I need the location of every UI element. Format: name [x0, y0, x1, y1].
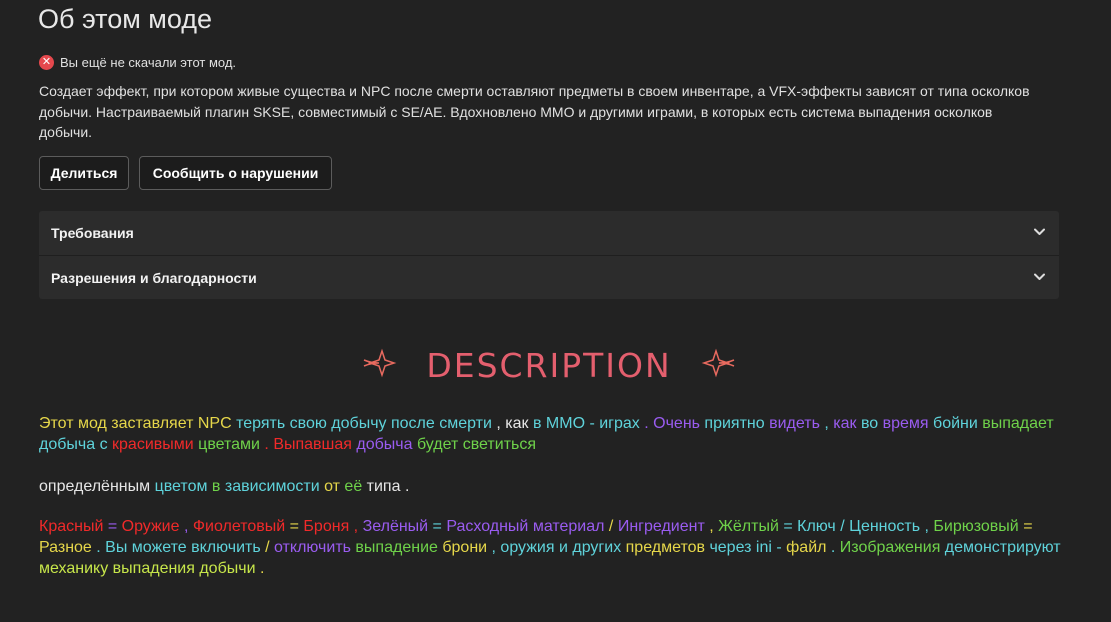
text-run: ,: [819, 415, 829, 432]
text-run: бойни: [928, 415, 978, 432]
accordion-permissions-label: Разрешения и благодарности: [51, 269, 257, 286]
text-run: типа: [362, 478, 401, 495]
text-run: можете включить: [127, 539, 261, 556]
text-run: приятно: [699, 415, 765, 432]
report-button[interactable]: Сообщить о нарушении: [139, 156, 332, 190]
text-run: =: [285, 518, 299, 535]
download-status-text: Вы ещё не скачали этот мод.: [60, 55, 237, 70]
text-run: в MMO - играх: [528, 415, 640, 432]
text-run: Красный: [39, 518, 104, 535]
text-run: Оружие: [117, 518, 180, 535]
accordion-requirements[interactable]: Требования: [39, 211, 1059, 255]
text-run: зависимости: [220, 478, 320, 495]
text-run: Изображения: [835, 539, 941, 556]
text-run: красивыми: [107, 436, 194, 453]
text-run: видеть: [764, 415, 820, 432]
description-body: Этот мод заставляет NPC терять свою добы…: [39, 413, 1069, 579]
text-run: добыча: [351, 436, 413, 453]
text-run: Этот мод заставляет: [39, 415, 194, 432]
text-run: добыча с: [39, 436, 108, 453]
text-run: файл: [781, 539, 827, 556]
text-run: выпадает: [977, 415, 1054, 432]
text-run: её: [339, 478, 363, 495]
text-run: от: [319, 478, 340, 495]
chevron-down-icon: [1034, 227, 1045, 239]
share-button[interactable]: Делиться: [39, 156, 129, 190]
accordion-permissions[interactable]: Разрешения и благодарности: [39, 255, 1059, 299]
text-run: . Выпавшая: [259, 436, 352, 453]
text-run: брони: [437, 539, 488, 556]
download-status: ✕ Вы ещё не скачали этот мод.: [39, 55, 236, 70]
text-run: .: [400, 478, 410, 495]
text-run: Жёлтый: [713, 518, 779, 535]
text-run: .: [255, 560, 265, 577]
text-run: . Вы: [91, 539, 128, 556]
text-run: в: [207, 478, 221, 495]
text-run: будет светиться: [412, 436, 537, 453]
close-circle-icon: ✕: [39, 55, 54, 70]
text-run: терять свою добычу после смерти: [231, 415, 492, 432]
text-run: выпадение: [350, 539, 438, 556]
text-run: Фиолетовый: [188, 518, 286, 535]
text-run: NPC: [193, 415, 232, 432]
text-run: ,: [349, 518, 359, 535]
text-run: демонстрируют: [940, 539, 1061, 556]
text-run: , как: [491, 415, 529, 432]
description-paragraph-2: определённым цветом в зависимости от её …: [39, 476, 1069, 497]
text-run: Ингредиент: [613, 518, 705, 535]
text-run: предметов: [621, 539, 705, 556]
text-run: Расходный материал: [441, 518, 605, 535]
text-run: =: [103, 518, 118, 535]
accordion-requirements-label: Требования: [51, 225, 134, 241]
text-run: Зелёный: [358, 518, 429, 535]
text-run: цветами: [193, 436, 260, 453]
accordion: Требования Разрешения и благодарности: [39, 211, 1059, 299]
text-run: . Очень: [639, 415, 700, 432]
text-run: механику выпадения добычи: [39, 560, 256, 577]
text-run: = Ключ / Ценность ,: [778, 518, 929, 535]
text-run: ,: [704, 518, 714, 535]
text-run: Броня: [298, 518, 350, 535]
text-run: цветом: [150, 478, 208, 495]
text-run: время: [878, 415, 929, 432]
description-banner: DESCRIPTION: [39, 336, 1059, 392]
text-run: , оружия и других: [487, 539, 622, 556]
text-run: отключить: [269, 539, 351, 556]
chevron-down-icon: [1034, 272, 1045, 284]
text-run: =: [428, 518, 442, 535]
page-title: Об этом моде: [38, 4, 213, 34]
text-run: Бирюзовый: [928, 518, 1019, 535]
text-run: определённым: [39, 478, 151, 495]
text-run: как: [828, 415, 857, 432]
mod-summary: Создает эффект, при котором живые сущест…: [39, 83, 1030, 140]
description-paragraph-1: Этот мод заставляет NPC терять свою добы…: [39, 413, 1069, 455]
text-run: через ini -: [705, 539, 782, 556]
description-paragraph-3: Красный = Оружие , Фиолетовый = Броня , …: [39, 516, 1069, 579]
text-run: /: [260, 539, 270, 556]
text-run: во: [856, 415, 879, 432]
banner-title: DESCRIPTION: [426, 346, 672, 385]
